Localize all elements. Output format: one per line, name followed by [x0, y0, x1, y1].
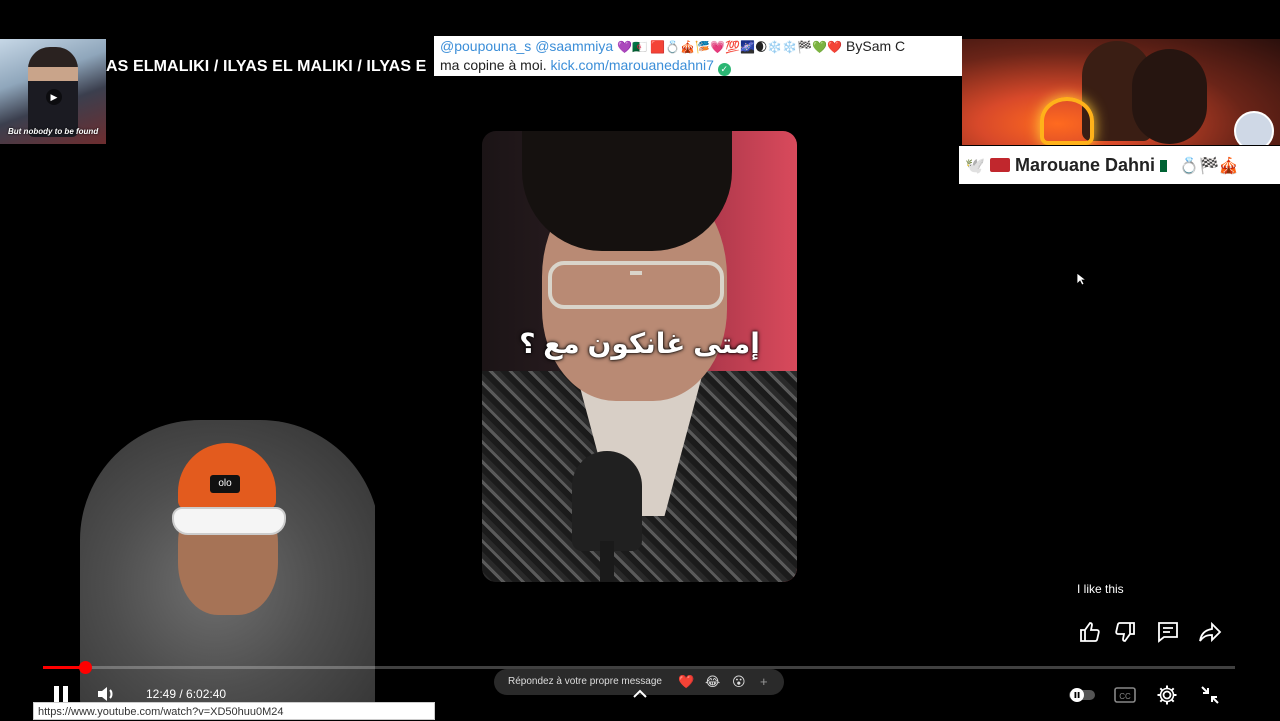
comment-icon — [1158, 622, 1178, 643]
heart-icon — [1040, 97, 1094, 145]
chat-banner-line-1: @poupouna_s @saammiya 💜🇩🇿 🟥💍🎪🎏💗💯🌌🌒❄️❄️🏁💚… — [440, 37, 956, 56]
mention-1[interactable]: @poupouna_s — [440, 38, 531, 54]
banner-suffix: BySam C — [846, 38, 906, 54]
video-glasses — [548, 261, 724, 309]
channel-name-bar: 🕊️ Marouane Dahni 💍🏁🎪 — [959, 146, 1280, 184]
mention-2[interactable]: @saammiya — [535, 38, 613, 54]
pause-icon-bar — [63, 686, 68, 702]
captions-label: CC — [1119, 692, 1131, 701]
progress-scrubber[interactable] — [79, 661, 92, 674]
play-icon: ▶ — [46, 89, 62, 105]
overlay-thumbnail-left: ▶ But nobody to be found — [0, 39, 106, 144]
video-glasses-bridge — [630, 271, 642, 275]
chevron-up-icon[interactable] — [632, 686, 648, 700]
pause-button[interactable] — [53, 686, 69, 702]
thumbs-up-icon — [1080, 622, 1100, 642]
emoji-row: 💜🇩🇿 🟥💍🎪🎏💗💯🌌🌒❄️❄️🏁💚❤️ — [617, 40, 843, 54]
volume-icon — [98, 687, 113, 701]
chat-banner: @poupouna_s @saammiya 💜🇩🇿 🟥💍🎪🎏💗💯🌌🌒❄️❄️🏁💚… — [434, 36, 962, 76]
video-subtitle: إمتى غانكون مع ؟ — [519, 328, 760, 359]
exit-fullscreen-button[interactable] — [1199, 684, 1221, 706]
add-reaction-icon[interactable]: + — [760, 669, 768, 695]
reaction-laugh-icon[interactable]: 😂 — [705, 669, 720, 695]
status-url: https://www.youtube.com/watch?v=XD50huu0… — [33, 702, 435, 720]
time-display: 12:49 / 6:02:40 — [146, 687, 227, 701]
dove-icon: 🕊️ — [965, 158, 985, 175]
like-button[interactable] — [1078, 620, 1102, 644]
beanie-logo: olo — [210, 475, 240, 493]
share-button[interactable] — [1198, 620, 1222, 644]
kick-link[interactable]: kick.com/marouanedahni7 — [551, 57, 714, 73]
verified-icon: ✓ — [717, 63, 731, 76]
gear-icon — [1157, 685, 1177, 705]
overlay-thumbnail-right — [962, 39, 1280, 145]
dislike-button[interactable] — [1113, 620, 1137, 644]
video-frame[interactable]: إمتى غانكون مع ؟ — [482, 131, 797, 582]
share-icon — [1199, 621, 1222, 643]
settings-button[interactable] — [1156, 684, 1178, 706]
flag-icon — [989, 158, 1010, 172]
sunglasses — [172, 507, 286, 535]
captions-icon: CC — [1114, 687, 1136, 703]
like-tooltip: I like this — [1077, 582, 1124, 596]
mouse-cursor-icon — [1076, 272, 1088, 286]
chat-banner-line-2: ma copine à moi. kick.com/marouanedahni7… — [440, 56, 956, 76]
microphone-stand — [600, 541, 614, 582]
autoplay-icon — [1069, 688, 1095, 702]
microphone-icon — [572, 451, 642, 551]
banner-text: ma copine à moi. — [440, 57, 547, 73]
reaction-wow-icon[interactable]: 😮 — [732, 669, 746, 695]
exit-fullscreen-icon — [1201, 686, 1219, 704]
autoplay-toggle[interactable] — [1067, 684, 1095, 706]
thumbs-down-icon — [1115, 622, 1135, 642]
channel-name: Marouane Dahni — [1014, 155, 1155, 175]
thumbnail-caption: But nobody to be found — [8, 127, 99, 136]
streamer-webcam: olo — [40, 415, 375, 720]
volume-button[interactable] — [96, 685, 118, 703]
algeria-flag-icon — [1160, 160, 1174, 172]
reaction-heart-icon[interactable]: ❤️ — [678, 669, 694, 695]
ring-icon: 💍🏁🎪 — [1179, 158, 1239, 175]
pause-icon — [54, 686, 59, 702]
avatar — [1234, 111, 1274, 145]
marquee-text: AS ELMALIKI / ILYAS EL MALIKI / ILYAS E — [106, 58, 427, 75]
video-hair — [522, 131, 732, 251]
comments-button[interactable] — [1156, 620, 1180, 644]
thumbnail-person-2 — [1132, 49, 1207, 144]
captions-button[interactable]: CC — [1114, 684, 1136, 706]
